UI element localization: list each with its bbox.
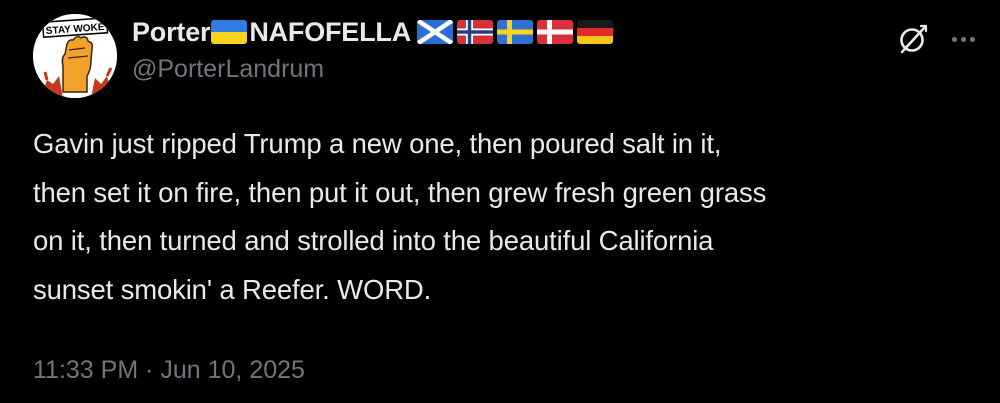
author-name[interactable]: Porter (132, 17, 211, 48)
tweet-timestamp[interactable]: 11:33 PM · Jun 10, 2025 (33, 356, 305, 385)
more-dot-icon (969, 36, 975, 42)
more-dot-icon (951, 36, 957, 42)
norway-flag-icon (457, 20, 494, 44)
grok-icon[interactable] (896, 22, 930, 56)
germany-flag-icon (577, 20, 614, 44)
tweet-card: STAY WOKE Porter NAFOFELLA @PorterLandru… (0, 0, 1000, 403)
sweden-flag-icon (497, 20, 534, 44)
author-name-suffix[interactable]: NAFOFELLA (249, 17, 411, 48)
scotland-flag-icon (417, 20, 454, 44)
denmark-flag-icon (537, 20, 574, 44)
author-handle[interactable]: @PorterLandrum (132, 55, 324, 84)
author-name-row[interactable]: Porter NAFOFELLA (132, 14, 614, 50)
more-options-icon[interactable] (946, 22, 980, 56)
author-avatar[interactable]: STAY WOKE (33, 14, 117, 98)
ukraine-flag-icon (211, 20, 248, 44)
more-dot-icon (960, 36, 966, 42)
avatar-image: STAY WOKE (33, 14, 117, 98)
tweet-text: Gavin just ripped Trump a new one, then … (33, 128, 767, 305)
